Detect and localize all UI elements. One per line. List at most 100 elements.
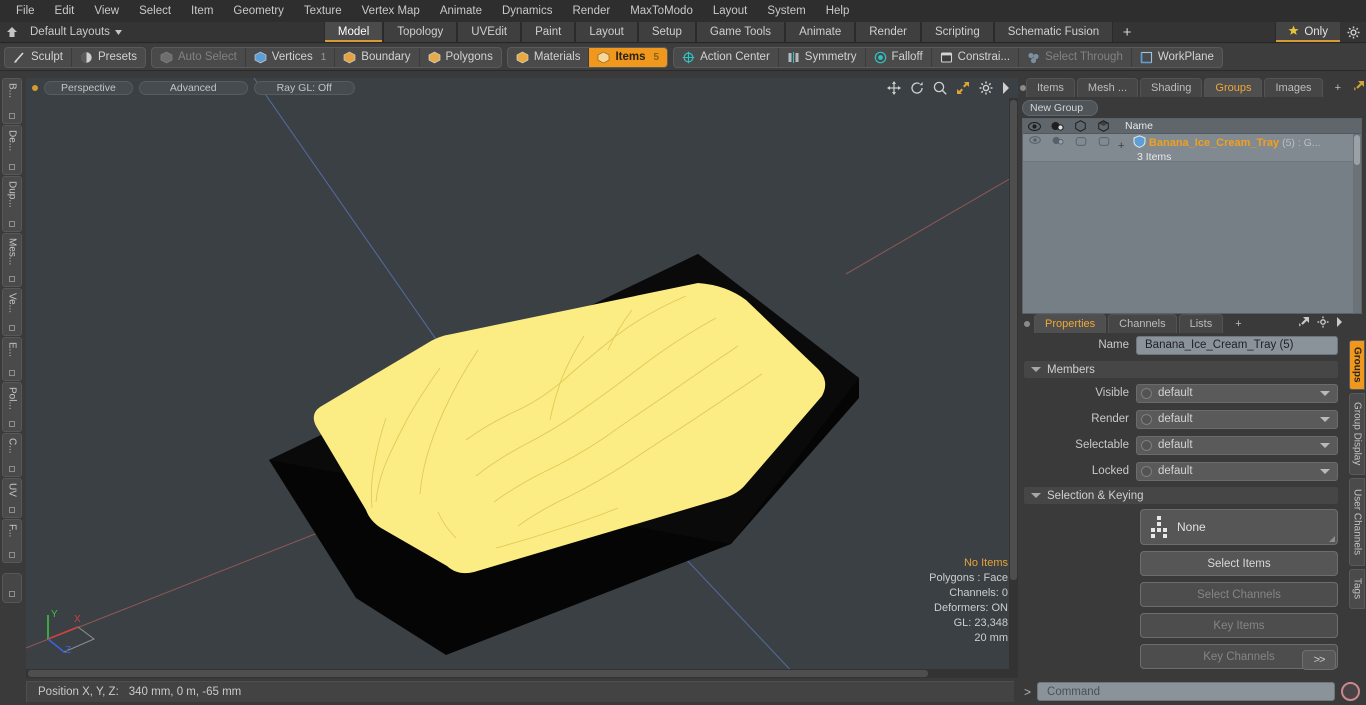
locked-dropdown[interactable]: default	[1136, 461, 1338, 481]
menu-item-edit[interactable]: Edit	[45, 0, 85, 22]
sculpt-button[interactable]: Sculpt	[5, 47, 72, 67]
gear-icon[interactable]	[1340, 22, 1366, 42]
tab-properties[interactable]: Properties	[1034, 314, 1107, 333]
tab-layout[interactable]: Layout	[575, 22, 638, 42]
table-row[interactable]: + Banana_Ice_Cream_Tray (5) : G... 3 Ite…	[1023, 134, 1361, 163]
zoom-icon[interactable]	[933, 81, 947, 98]
render-dropdown[interactable]: default	[1136, 409, 1338, 429]
left-tab-3[interactable]: Mes...	[2, 233, 22, 287]
gear-icon[interactable]	[1317, 316, 1329, 331]
menu-item-system[interactable]: System	[757, 0, 815, 22]
falloff-button[interactable]: Falloff	[866, 47, 932, 67]
col-render-icon[interactable]	[1046, 121, 1069, 131]
tab-uvedit[interactable]: UVEdit	[457, 22, 522, 42]
menu-item-vertex-map[interactable]: Vertex Map	[352, 0, 430, 22]
menu-item-file[interactable]: File	[6, 0, 45, 22]
default-layouts-dropdown[interactable]: Default Layouts	[24, 22, 134, 42]
left-tab-0[interactable]: B...	[2, 78, 22, 124]
col-cube-outline-icon[interactable]	[1069, 120, 1092, 132]
tab-topology[interactable]: Topology	[383, 22, 458, 42]
members-section-header[interactable]: Members	[1024, 361, 1338, 378]
viewport-scrollbar-horizontal[interactable]	[26, 669, 1018, 678]
materials-button[interactable]: Materials	[508, 47, 590, 67]
3d-viewport[interactable]: Perspective Advanced Ray GL: Off Y X Z N…	[26, 78, 1018, 678]
vtab-group-display[interactable]: Group Display	[1349, 393, 1365, 475]
workplane-button[interactable]: WorkPlane	[1132, 48, 1222, 67]
vertices-button[interactable]: Vertices 1	[246, 47, 336, 67]
add-panel-tab-button[interactable]: +	[1325, 78, 1351, 97]
tab-items[interactable]: Items	[1026, 78, 1075, 97]
expand-more-button[interactable]: >>	[1302, 650, 1336, 670]
properties-menu-dot[interactable]	[1020, 314, 1034, 333]
left-tab-7[interactable]: C...	[2, 433, 22, 477]
record-icon[interactable]	[1341, 682, 1360, 701]
menu-item-geometry[interactable]: Geometry	[223, 0, 294, 22]
presets-button[interactable]: Presets	[72, 48, 145, 67]
col-eye-icon[interactable]	[1023, 121, 1046, 131]
tab-game-tools[interactable]: Game Tools	[695, 22, 786, 42]
viewport-raygl-dropdown[interactable]: Ray GL: Off	[253, 81, 355, 95]
menu-item-item[interactable]: Item	[181, 0, 223, 22]
expand-icon[interactable]	[1353, 80, 1365, 95]
polygons-button[interactable]: Polygons	[420, 48, 501, 67]
select-through-button[interactable]: Select Through	[1019, 47, 1132, 67]
tab-groups[interactable]: Groups	[1204, 78, 1263, 97]
action-center-button[interactable]: Action Center	[674, 47, 779, 67]
viewport-scrollbar-vertical[interactable]	[1009, 98, 1018, 669]
menu-item-layout[interactable]: Layout	[703, 0, 758, 22]
arrow-right-icon[interactable]	[1336, 317, 1343, 330]
add-tab-button[interactable]: +	[1113, 22, 1142, 42]
command-input[interactable]: Command	[1037, 682, 1335, 701]
expand-icon[interactable]	[1298, 316, 1310, 331]
menu-item-help[interactable]: Help	[816, 0, 860, 22]
vtab-tags[interactable]: Tags	[1349, 569, 1365, 609]
left-tab-4[interactable]: Ve...	[2, 288, 22, 336]
vtab-groups[interactable]: Groups	[1349, 340, 1365, 390]
arrow-right-icon[interactable]	[1002, 82, 1010, 97]
selection-set-dropdown[interactable]: None	[1140, 509, 1338, 545]
left-tab-8[interactable]: UV	[2, 478, 22, 518]
viewport-shading-dropdown[interactable]: Advanced	[138, 81, 248, 95]
constraint-button[interactable]: Constrai...	[932, 47, 1020, 67]
left-tab-9[interactable]: F...	[2, 519, 22, 563]
left-tab-6[interactable]: Pol...	[2, 382, 22, 432]
tab-scripting[interactable]: Scripting	[920, 22, 994, 42]
symmetry-button[interactable]: Symmetry	[779, 47, 866, 67]
select-items-button[interactable]: Select Items	[1140, 551, 1338, 576]
move-icon[interactable]	[887, 81, 901, 98]
tab-mesh[interactable]: Mesh ...	[1076, 78, 1139, 97]
menu-item-select[interactable]: Select	[129, 0, 181, 22]
col-cube-shade-icon[interactable]	[1092, 120, 1115, 132]
tab-channels[interactable]: Channels	[1108, 314, 1177, 333]
menu-item-animate[interactable]: Animate	[430, 0, 492, 22]
menu-item-maxtomodo[interactable]: MaxToModo	[620, 0, 703, 22]
menu-item-render[interactable]: Render	[562, 0, 620, 22]
tab-setup[interactable]: Setup	[637, 22, 696, 42]
left-tab-5[interactable]: E...	[2, 337, 22, 381]
tab-images[interactable]: Images	[1264, 78, 1323, 97]
boundary-button[interactable]: Boundary	[335, 47, 420, 67]
tab-render[interactable]: Render	[855, 22, 921, 42]
rotate-icon[interactable]	[910, 81, 924, 98]
name-field[interactable]: Banana_Ice_Cream_Tray (5)	[1136, 335, 1338, 355]
group-tree[interactable]: Name + Banana_Ice_Cream_Tray (5): G... …	[1022, 118, 1362, 314]
row-render-toggle[interactable]	[1046, 134, 1069, 145]
tab-shading[interactable]: Shading	[1140, 78, 1203, 97]
key-items-button[interactable]: Key Items	[1140, 613, 1338, 638]
row-eye-toggle[interactable]	[1023, 134, 1046, 144]
selection-keying-section-header[interactable]: Selection & Keying	[1024, 487, 1338, 504]
tab-animate[interactable]: Animate	[785, 22, 856, 42]
menu-item-view[interactable]: View	[84, 0, 129, 22]
menu-item-texture[interactable]: Texture	[294, 0, 352, 22]
left-extra-pad[interactable]	[2, 573, 22, 603]
select-channels-button[interactable]: Select Channels	[1140, 582, 1338, 607]
items-button[interactable]: Items 5	[589, 47, 668, 67]
row-cube-shade-toggle[interactable]	[1092, 134, 1115, 147]
row-cube-outline-toggle[interactable]	[1069, 134, 1092, 147]
selectable-dropdown[interactable]: default	[1136, 435, 1338, 455]
menu-item-dynamics[interactable]: Dynamics	[492, 0, 562, 22]
tab-lists[interactable]: Lists	[1178, 314, 1224, 333]
tab-schematic-fusion[interactable]: Schematic Fusion	[993, 22, 1114, 42]
new-group-button[interactable]: New Group	[1022, 100, 1098, 116]
vtab-user-channels[interactable]: User Channels	[1349, 478, 1365, 566]
